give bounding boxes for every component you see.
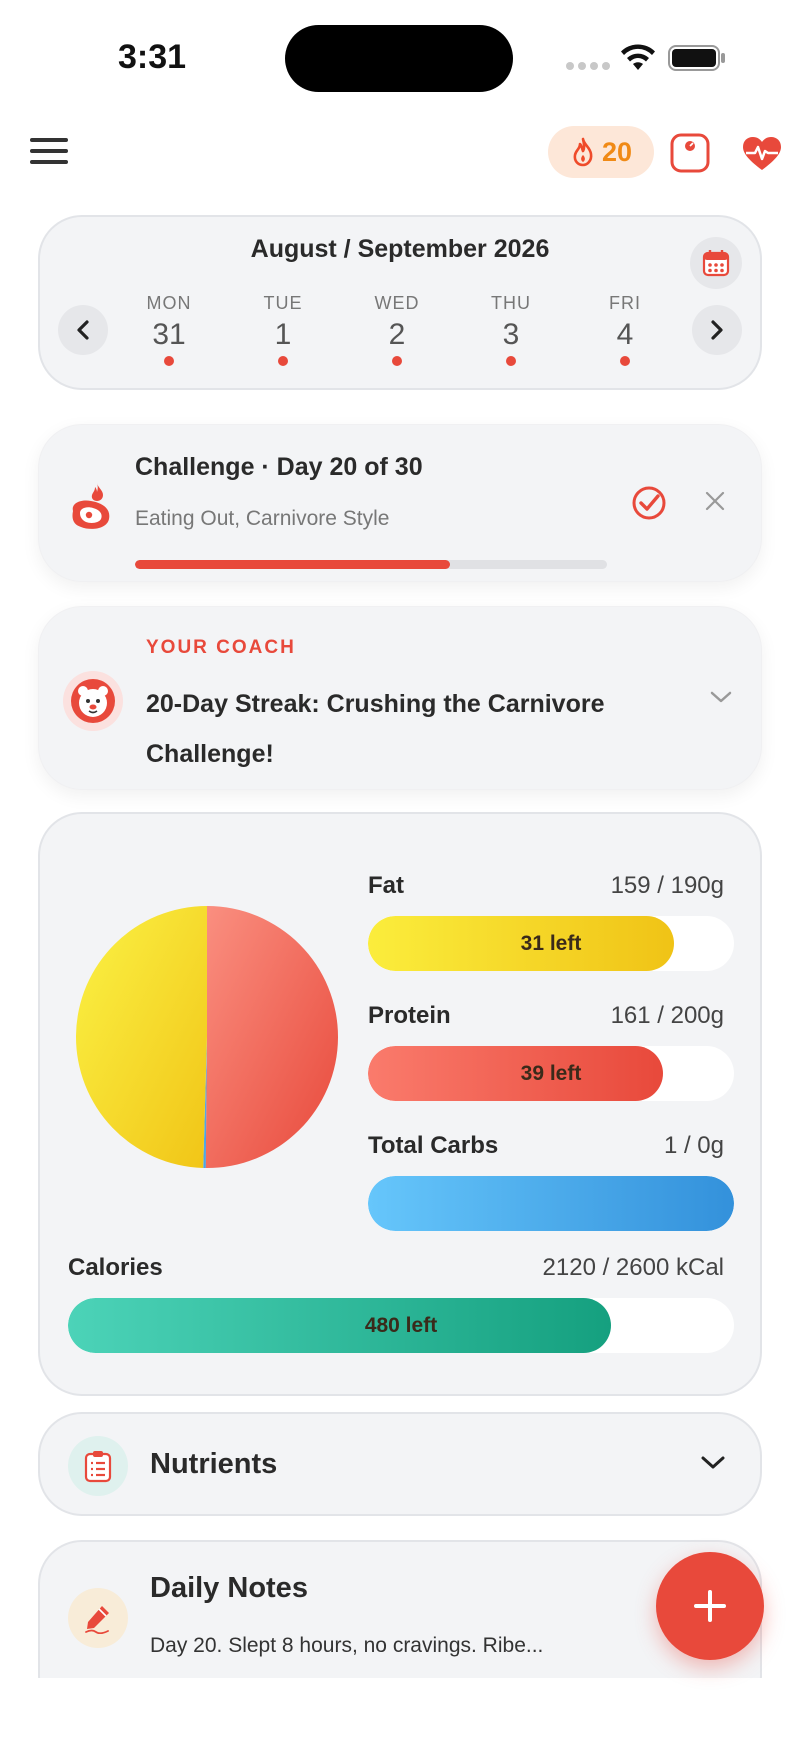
calories-value: 2120 / 2600 kCal	[542, 1254, 724, 1281]
plus-icon	[694, 1590, 726, 1622]
lion-icon	[71, 679, 115, 723]
dynamic-island	[285, 25, 513, 92]
challenge-title: Challenge · Day 20 of 30	[135, 453, 423, 481]
protein-label: Protein	[368, 1002, 451, 1029]
pie-slice-fat	[75, 906, 207, 1168]
protein-value: 161 / 200g	[610, 1002, 724, 1029]
wifi-icon	[621, 44, 655, 70]
add-entry-button[interactable]	[656, 1552, 764, 1660]
nutrients-icon-wrap	[68, 1436, 128, 1496]
nutrients-card[interactable]: Nutrients	[38, 1412, 762, 1516]
day-item[interactable]: MON 31	[124, 293, 214, 366]
fat-value: 159 / 190g	[610, 872, 724, 899]
battery-icon	[668, 45, 725, 71]
challenge-progress-bar	[135, 560, 607, 569]
streak-count: 20	[601, 136, 633, 167]
calendar-icon	[702, 250, 730, 277]
coach-card[interactable]: YOUR COACH 20-Day Streak: Crushing the C…	[38, 606, 762, 790]
day-logged-dot	[278, 356, 288, 366]
day-of-week: FRI	[609, 293, 641, 313]
carbs-label: Total Carbs	[368, 1132, 499, 1159]
macro-pie-chart	[75, 906, 339, 1168]
day-item[interactable]: WED 2	[352, 293, 442, 366]
day-number: 2	[388, 318, 406, 351]
day-of-week: THU	[491, 293, 531, 313]
menu-button[interactable]	[30, 138, 68, 168]
macros-card: Fat 159 / 190g 31 left Protein 161 / 200…	[38, 812, 762, 1396]
day-item[interactable]: TUE 1	[238, 293, 328, 366]
chevron-right-icon	[711, 320, 723, 340]
challenge-progress-fill	[135, 560, 450, 569]
day-of-week: TUE	[263, 293, 303, 313]
notes-icon-wrap	[68, 1588, 128, 1648]
fat-remaining: 31 left	[520, 931, 582, 955]
chevron-left-icon	[77, 320, 89, 340]
calories-label: Calories	[68, 1254, 163, 1281]
calendar-button[interactable]	[690, 237, 742, 289]
carbs-remaining	[368, 1176, 734, 1231]
steak-flame-icon	[72, 483, 110, 529]
day-logged-dot	[620, 356, 630, 366]
scale-icon[interactable]	[670, 133, 710, 173]
fat-macro-row: Fat 159 / 190g 31 left	[368, 872, 734, 971]
carbs-value: 1 / 0g	[663, 1132, 724, 1159]
challenge-card[interactable]: Challenge · Day 20 of 30 Eating Out, Car…	[38, 424, 762, 582]
clipboard-icon	[84, 1451, 112, 1483]
chevron-down-icon[interactable]	[709, 689, 733, 705]
coach-headline: 20-Day Streak: Crushing the Carnivore Ch…	[146, 690, 605, 768]
month-title: August / September 2026	[250, 235, 550, 263]
day-of-week: WED	[374, 293, 420, 313]
heart-pulse-icon[interactable]	[742, 136, 782, 172]
next-week-button[interactable]	[692, 305, 742, 355]
calories-progress-bar: 480 left	[68, 1298, 734, 1353]
status-time: 3:31	[118, 38, 187, 76]
protein-progress-bar: 39 left	[368, 1046, 734, 1101]
day-logged-dot	[164, 356, 174, 366]
day-item[interactable]: FRI 4	[580, 293, 670, 366]
close-icon[interactable]	[703, 489, 727, 513]
day-number: 1	[274, 318, 292, 351]
protein-remaining: 39 left	[520, 1061, 582, 1085]
nutrients-title: Nutrients	[150, 1448, 278, 1480]
carbs-macro-row: Total Carbs 1 / 0g	[368, 1132, 734, 1231]
day-logged-dot	[506, 356, 516, 366]
bottom-safe-area	[0, 1678, 800, 1738]
complete-check-icon[interactable]	[631, 485, 667, 521]
fat-label: Fat	[368, 872, 404, 899]
previous-week-button[interactable]	[58, 305, 108, 355]
pencil-icon	[85, 1606, 109, 1634]
day-number: 4	[616, 318, 634, 351]
notes-preview: Day 20. Slept 8 hours, no cravings. Ribe…	[150, 1634, 544, 1657]
day-number: 31	[152, 318, 186, 351]
coach-label: YOUR COACH	[146, 637, 296, 658]
day-item[interactable]: THU 3	[466, 293, 556, 366]
cellular-signal-icon	[566, 62, 610, 70]
day-logged-dot	[392, 356, 402, 366]
calories-row: Calories 2120 / 2600 kCal 480 left	[68, 1254, 734, 1353]
protein-macro-row: Protein 161 / 200g 39 left	[368, 1002, 734, 1101]
chevron-down-icon[interactable]	[700, 1454, 726, 1472]
calories-remaining: 480 left	[364, 1313, 438, 1337]
pie-slice-protein	[205, 906, 339, 1168]
streak-badge[interactable]: 20	[548, 126, 654, 178]
coach-avatar	[63, 671, 123, 731]
challenge-subtitle: Eating Out, Carnivore Style	[135, 507, 390, 530]
fat-progress-bar: 31 left	[368, 916, 734, 971]
flame-icon	[573, 137, 593, 167]
date-selector-card: August / September 2026 MON 31 TUE 1 WED…	[38, 215, 762, 390]
day-of-week: MON	[146, 293, 192, 313]
notes-title: Daily Notes	[150, 1572, 308, 1604]
day-number: 3	[502, 318, 520, 351]
menu-icon	[30, 138, 68, 142]
status-bar: 3:31	[0, 0, 800, 110]
carbs-progress-bar	[368, 1176, 734, 1231]
